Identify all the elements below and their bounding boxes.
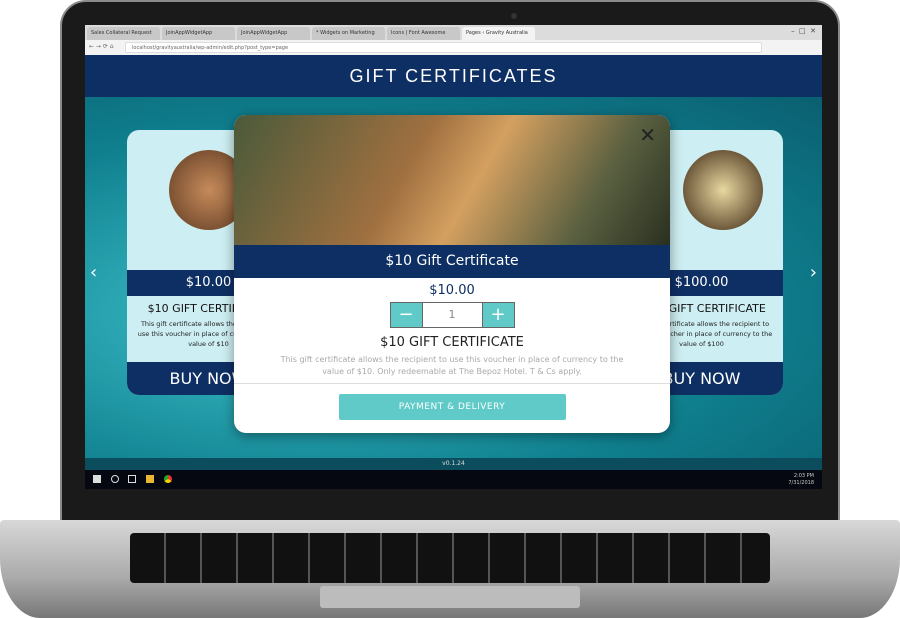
nav-buttons-icon[interactable]: ← → ⟳ ⌂: [89, 43, 114, 50]
page-title: GIFT CERTIFICATES: [85, 55, 822, 97]
browser-tab[interactable]: JoinAppWidgetApp: [162, 27, 235, 40]
clock-date: 7/31/2018: [788, 480, 814, 486]
quantity-stepper: − 1 +: [389, 302, 515, 328]
address-bar: ← → ⟳ ⌂ localhost/gravityaustralia/wp-ad…: [85, 40, 822, 55]
search-icon[interactable]: [111, 475, 119, 483]
divider: [234, 383, 670, 385]
modal-image: [234, 115, 670, 245]
taskbar-clock: 2:03 PM 7/31/2018: [788, 473, 814, 487]
gift-certificate-modal: ✕ $10 Gift Certificate $10.00 − 1 + $10 …: [234, 115, 670, 433]
url-input[interactable]: localhost/gravityaustralia/wp-admin/edit…: [125, 42, 762, 53]
chevron-right-icon[interactable]: ›: [810, 262, 817, 283]
modal-description: This gift certificate allows the recipie…: [280, 355, 624, 376]
version-label: v0.1.24: [85, 458, 822, 470]
chevron-left-icon[interactable]: ‹: [90, 262, 97, 283]
browser-tab-active[interactable]: Pages ‹ Gravity Australia: [462, 27, 535, 40]
file-explorer-icon[interactable]: [146, 475, 154, 483]
webcam: [511, 13, 517, 19]
minus-button[interactable]: −: [390, 303, 422, 327]
browser-tab[interactable]: Sales Collateral Request: [87, 27, 160, 40]
browser-tab[interactable]: JoinAppWidgetApp: [237, 27, 310, 40]
modal-product-name: $10 GIFT CERTIFICATE: [380, 335, 524, 350]
clock-time: 2:03 PM: [793, 473, 814, 479]
keyboard: [130, 533, 770, 583]
card-image: [683, 150, 763, 230]
browser-tab[interactable]: * Widgets on Marketing: [312, 27, 385, 40]
taskbar: 2:03 PM 7/31/2018: [85, 470, 822, 489]
payment-delivery-button[interactable]: PAYMENT & DELIVERY: [338, 394, 566, 421]
modal-title: $10 Gift Certificate: [234, 245, 670, 278]
modal-price: $10.00: [429, 283, 475, 298]
windows-start-icon[interactable]: [93, 475, 101, 483]
browser-tabs: Sales Collateral Request JoinAppWidgetAp…: [85, 25, 822, 40]
close-icon[interactable]: ✕: [639, 123, 656, 147]
plus-button[interactable]: +: [482, 303, 514, 327]
screen: Sales Collateral Request JoinAppWidgetAp…: [85, 25, 822, 489]
quantity-input[interactable]: 1: [421, 303, 483, 327]
task-view-icon[interactable]: [128, 475, 136, 483]
browser-tab[interactable]: Icons | Font Awesome: [387, 27, 460, 40]
trackpad: [320, 586, 580, 608]
chrome-icon[interactable]: [164, 475, 172, 483]
window-controls[interactable]: – □ ✕: [791, 27, 816, 35]
